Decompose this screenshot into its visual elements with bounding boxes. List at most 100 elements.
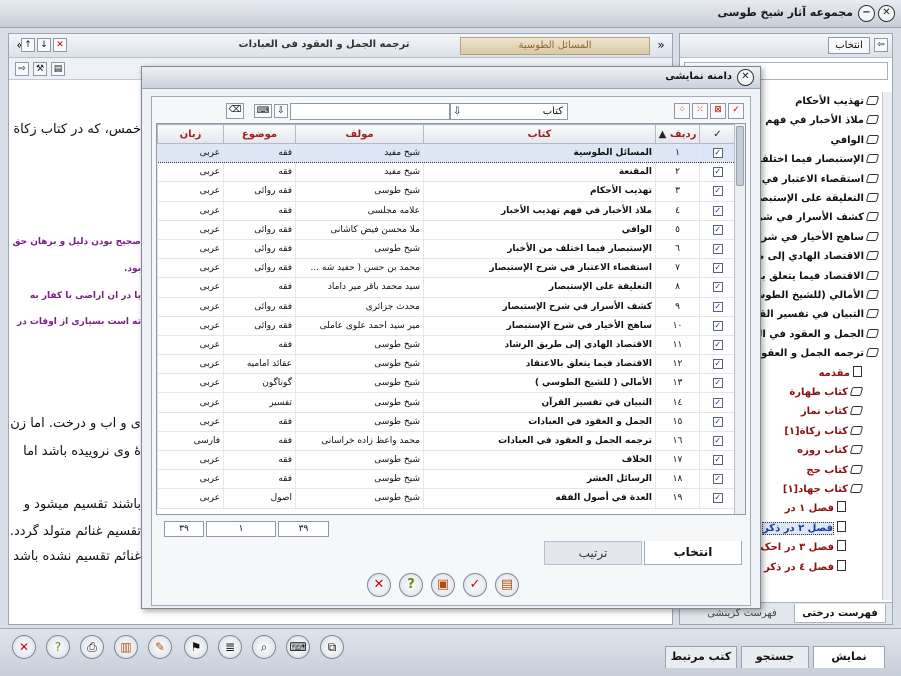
tree-item[interactable]: الاقتصاد الهادي إلى ط bbox=[754, 247, 880, 266]
checkbox[interactable]: ✓ bbox=[712, 320, 723, 331]
tree-item[interactable]: استقصاء الاعتبار في شر bbox=[742, 170, 880, 189]
table-row[interactable]: ✓ ١٩ العدة في أصول الفقه شيخ طوسى اصول عربی bbox=[157, 488, 736, 509]
close-tab-icon[interactable]: ✕ bbox=[53, 38, 67, 52]
confirm-icon[interactable]: ✓ bbox=[463, 573, 487, 597]
tree-item[interactable]: تهذیب الأحکام bbox=[795, 92, 880, 111]
tree-item[interactable]: الإستبصار فيما اختلف م bbox=[746, 150, 880, 169]
table-row[interactable]: ✓ ٦ الإستبصار فيما اختلف من الأخبار شيخ طوس… bbox=[157, 239, 736, 260]
checkbox[interactable]: ✓ bbox=[712, 359, 723, 370]
checkbox[interactable]: ✓ bbox=[712, 224, 723, 235]
tree-item[interactable]: كتاب طهارة bbox=[789, 383, 864, 402]
tree-item[interactable]: التعليقة على الإستبصار bbox=[749, 189, 880, 208]
table-row[interactable]: ✓ ٥ الوافي ملا محسن فيض كاشانى فقه روائى عربی bbox=[157, 220, 736, 240]
checkbox[interactable]: ✓ bbox=[712, 397, 723, 408]
col-topic[interactable]: موضوع bbox=[223, 124, 296, 144]
col-row[interactable]: ردیف ▲ bbox=[655, 124, 700, 144]
library-icon[interactable]: ▥ bbox=[114, 635, 138, 659]
checkbox[interactable]: ✓ bbox=[712, 186, 723, 197]
note-icon[interactable]: ✎ bbox=[148, 635, 172, 659]
checkbox[interactable]: ✓ bbox=[712, 167, 723, 178]
keyboard-icon[interactable]: ⌨ bbox=[254, 104, 272, 118]
col-book[interactable]: کتاب bbox=[423, 124, 656, 144]
report-icon[interactable]: ▤ bbox=[495, 573, 519, 597]
tree-item[interactable]: الوافي bbox=[830, 131, 880, 150]
table-row[interactable]: ✓ ١١ الاقتصاد الهادي إلى طريق الرشاد شيخ طو… bbox=[157, 335, 736, 356]
checkbox[interactable]: ✓ bbox=[712, 339, 723, 350]
compare-columns-icon[interactable]: ⊠ bbox=[710, 103, 726, 119]
scroll-thumb[interactable] bbox=[736, 126, 744, 186]
bookmark-icon[interactable]: ⚑ bbox=[184, 635, 208, 659]
deselect-all-icon[interactable]: ⁘ bbox=[674, 103, 690, 119]
tree-item[interactable]: كتاب زكاة[۱] bbox=[784, 422, 864, 441]
layout-icon[interactable]: ▤ bbox=[51, 62, 65, 76]
table-row[interactable]: ✓ ٣ تهذیب الأحکام شيخ طوسى فقه روائى عربی bbox=[157, 181, 736, 202]
tab-search[interactable]: جستجو bbox=[741, 646, 809, 668]
tab-tarjome-jomal[interactable]: ترجمه الجمل و العقود فى العبادات bbox=[194, 37, 454, 55]
table-row[interactable]: ✓ ١٥ الجمل و العقود في العبادات شيخ طوسى فقه… bbox=[157, 412, 736, 432]
tree-item[interactable]: كتاب جهاد[۱] bbox=[783, 480, 864, 499]
tree-item[interactable]: فصل ۱ در bbox=[785, 499, 846, 518]
tab-related-books[interactable]: كتب مرتبط bbox=[665, 646, 737, 668]
grid-scrollbar[interactable] bbox=[734, 124, 745, 514]
close-icon[interactable]: ✕ bbox=[878, 5, 895, 22]
tree-scrollbar[interactable] bbox=[882, 92, 892, 600]
table-row[interactable]: ✓ ٧ استقصاء الاعتبار في شرح الإستبصار محمد … bbox=[157, 258, 736, 279]
tree-item[interactable]: كتاب نماز bbox=[801, 402, 864, 421]
check-filter-icon[interactable]: ✓ bbox=[728, 103, 744, 119]
table-row[interactable]: ✓ ١٤ التبيان في تفسير القرآن شيخ طوسى تفسير ع… bbox=[157, 392, 736, 413]
arrow-down-icon[interactable]: ↓ bbox=[37, 38, 51, 52]
select-all-icon[interactable]: ⁙ bbox=[692, 103, 708, 119]
tree-item[interactable]: الاقتصاد فيما يتعلق بال bbox=[749, 267, 880, 286]
help-icon[interactable]: ? bbox=[399, 573, 423, 597]
back-arrow-icon[interactable]: ⇦ bbox=[874, 38, 888, 52]
checkbox[interactable]: ✓ bbox=[712, 435, 723, 446]
tree-item[interactable]: ترجمه الجمل و العقود bbox=[756, 344, 880, 363]
tabs-scroll-right-icon[interactable]: » bbox=[654, 39, 668, 53]
exit-icon[interactable]: ✕ bbox=[12, 635, 36, 659]
tree-item[interactable]: ساهج الأخيار في شرح bbox=[754, 228, 880, 247]
table-row[interactable]: ✓ ٨ التعليقة على الإستبصار سيد محمد باقر مي… bbox=[157, 277, 736, 298]
arrow-down-icon[interactable]: ⇩ bbox=[274, 104, 288, 118]
checkbox[interactable]: ✓ bbox=[712, 455, 723, 466]
tree-item[interactable]: فصل ٤ در ذکر bbox=[764, 558, 846, 577]
keyboard-icon[interactable]: ⌨ bbox=[286, 635, 310, 659]
checkbox[interactable]: ✓ bbox=[712, 205, 723, 216]
table-row[interactable]: ✓ ١٣ الأمالي ( للشيخ الطوسي ) شيخ طوسى گوناگ… bbox=[157, 373, 736, 394]
help-icon[interactable]: ? bbox=[46, 635, 70, 659]
tab-sort[interactable]: ترتیب bbox=[544, 541, 642, 565]
table-row[interactable]: ✓ ٤ ملاذ الأخبار في فهم تهذيب الأخبار علامه… bbox=[157, 201, 736, 221]
tab-show[interactable]: نمایش bbox=[813, 646, 885, 668]
tree-item[interactable]: ملاذ الأخبار في فهم تهذ bbox=[746, 111, 880, 130]
save-selection-icon[interactable]: ▣ bbox=[431, 573, 455, 597]
table-row[interactable]: ✓ ١ المسائل الطوسية شيخ مفيد فقه عربی bbox=[157, 142, 736, 164]
checkbox[interactable]: ✓ bbox=[712, 493, 723, 504]
table-row[interactable]: ✓ ١٧ الخلاف شيخ طوسى فقه عربی bbox=[157, 450, 736, 471]
select-button[interactable]: انتخاب bbox=[828, 37, 870, 54]
print-icon[interactable]: ⎙ bbox=[80, 635, 104, 659]
col-author[interactable]: مولف bbox=[295, 124, 424, 144]
tools-icon[interactable]: ⚒ bbox=[33, 62, 47, 76]
checkbox[interactable]: ✓ bbox=[712, 148, 723, 159]
tree-item[interactable]: فصل ۳ در احک bbox=[760, 538, 846, 557]
tree-item[interactable]: كتاب حج bbox=[806, 461, 864, 480]
tab-tree-list[interactable]: فهرست درختی bbox=[794, 604, 886, 623]
table-row[interactable]: ✓ ٩ كشف الأسرار في شرح الإستبصار محدث جزائر… bbox=[157, 297, 736, 317]
tree-item[interactable]: فصل ۲ در ذکر bbox=[762, 519, 846, 538]
table-row[interactable]: ✓ ١٠ ساهج الأخيار في شرح الإستبصار مير سيد … bbox=[157, 316, 736, 336]
checkbox[interactable]: ✓ bbox=[712, 301, 723, 312]
compare-icon[interactable]: ⧉ bbox=[320, 635, 344, 659]
column-combo[interactable]: کتاب ⇩ bbox=[450, 103, 568, 120]
table-row[interactable]: ✓ ١٦ ترجمه الجمل و العقود في العبادات محمد … bbox=[157, 431, 736, 452]
tab-masael-tusiyya[interactable]: المسائل الطوسية bbox=[460, 37, 650, 55]
checkbox[interactable]: ✓ bbox=[712, 474, 723, 485]
eraser-icon[interactable]: ⌫ bbox=[226, 103, 244, 119]
tree-item[interactable]: مقدمه bbox=[819, 364, 862, 383]
filter-input[interactable] bbox=[290, 103, 450, 120]
table-row[interactable]: ✓ ٢ المقنعة شيخ مفيد فقه عربی bbox=[157, 162, 736, 183]
checkbox[interactable]: ✓ bbox=[712, 378, 723, 389]
cancel-icon[interactable]: ✕ bbox=[367, 573, 391, 597]
tree-item[interactable]: الأمالي (للشيخ الطوس bbox=[751, 286, 880, 305]
col-check[interactable]: ✓ bbox=[699, 124, 736, 144]
next-page-icon[interactable]: ⇨ bbox=[15, 62, 29, 76]
minimize-icon[interactable]: − bbox=[858, 5, 875, 22]
